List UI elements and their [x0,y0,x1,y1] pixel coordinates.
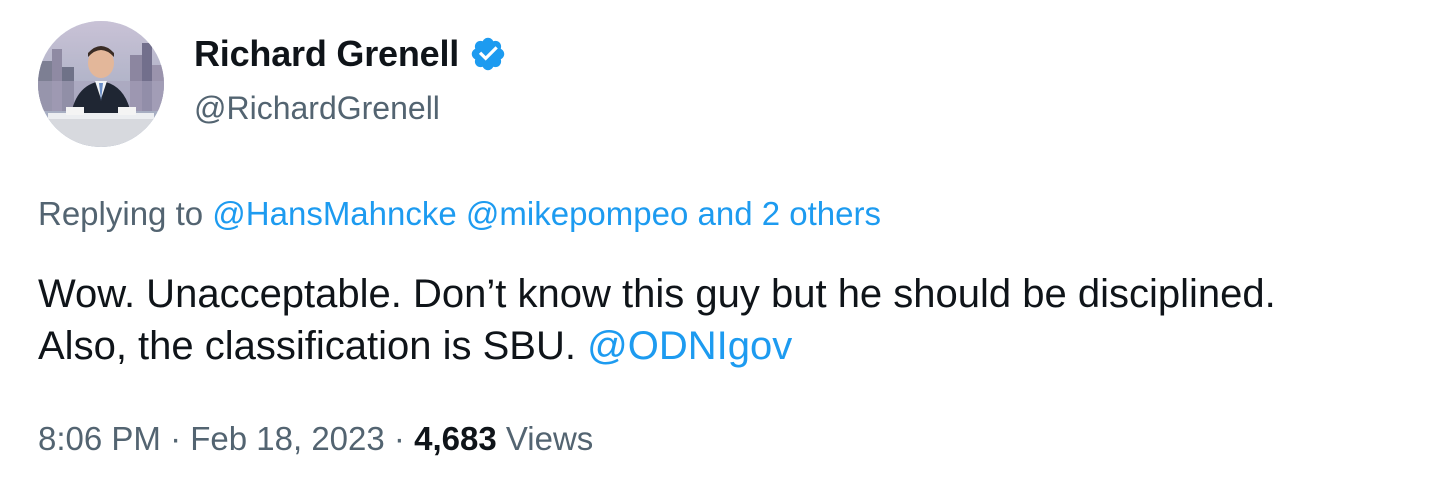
reply-mention-hansmahncke[interactable]: @HansMahncke [212,195,456,232]
verified-badge-icon[interactable] [469,35,507,73]
replying-to-line: Replying to @HansMahncke @mikepompeo and… [38,190,881,238]
author-name-row: Richard Grenell [194,30,507,78]
reply-and-others-link[interactable]: and 2 others [698,195,881,232]
reply-mention-mikepompeo[interactable]: @mikepompeo [466,195,688,232]
tweet-text-line-2-body: Also, the classification is SBU. [38,324,576,368]
tweet-text-line-1: Wow. Unacceptable. Don’t know this guy b… [38,272,1276,316]
tweet-date[interactable]: Feb 18, 2023 [190,420,385,457]
tweet-mention-odnigov[interactable]: @ODNIgov [587,324,792,368]
author-display-name[interactable]: Richard Grenell [194,30,459,78]
views-label: Views [505,420,594,457]
tweet-meta: 8:06 PM · Feb 18, 2023 · 4,683 Views [38,414,593,464]
author-handle[interactable]: @RichardGrenell [194,84,440,132]
profile-avatar-image [38,21,164,147]
tweet-time[interactable]: 8:06 PM [38,420,161,457]
tweet-card: Richard Grenell @RichardGrenell Replying… [0,0,1456,491]
tweet-text-line-2: Also, the classification is SBU. @ODNIgo… [38,320,1438,372]
avatar[interactable] [38,21,164,147]
tweet-text: Wow. Unacceptable. Don’t know this guy b… [38,268,1438,372]
meta-separator-2: · [393,420,405,457]
meta-separator-1: · [170,420,182,457]
replying-to-label: Replying to [38,195,204,232]
views-count: 4,683 [414,420,497,457]
